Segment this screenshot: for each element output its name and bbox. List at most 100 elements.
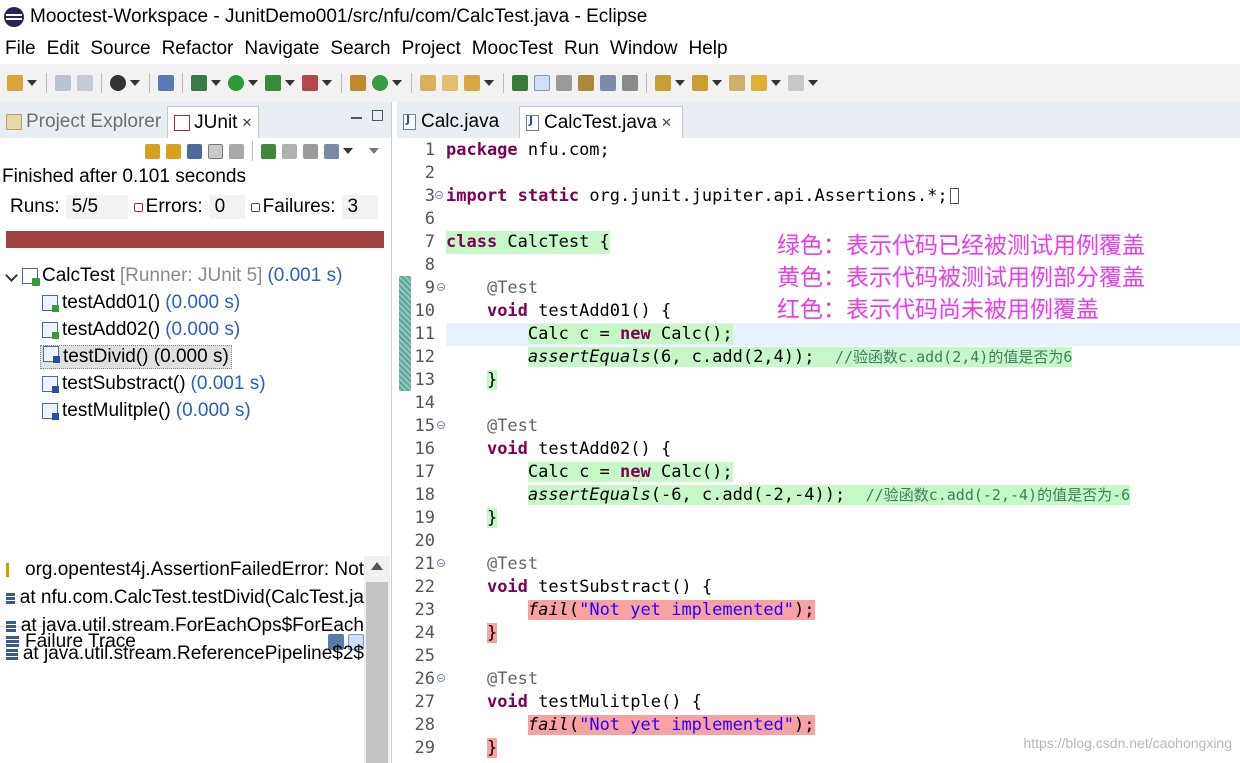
run-icon[interactable] [228, 75, 244, 91]
open-type-icon[interactable] [420, 75, 436, 91]
maximize-icon[interactable] [372, 110, 383, 121]
line-number: 22 [414, 577, 435, 597]
debug-dropdown-icon[interactable] [211, 80, 221, 86]
close-icon[interactable]: ✕ [661, 115, 672, 131]
scroll-up-icon[interactable] [371, 562, 383, 570]
user-dropdown-icon[interactable] [130, 80, 140, 86]
new-icon[interactable] [7, 75, 23, 91]
tree-root[interactable]: CalcTest [Runner: JUnit 5] (0.001 s) [0, 262, 390, 289]
collapse-icon[interactable] [437, 421, 445, 429]
menu-source[interactable]: Source [85, 38, 155, 60]
code-line: 15 @Test [397, 415, 1240, 438]
expand-icon[interactable] [435, 191, 443, 199]
tab-calctest-java[interactable]: CalcTest.java ✕ [519, 106, 683, 138]
failures-value: 3 [341, 195, 378, 219]
menu-run[interactable]: Run [559, 38, 604, 60]
back-icon[interactable] [751, 75, 767, 91]
collapse-icon[interactable] [437, 283, 445, 291]
folder-icon [6, 114, 22, 130]
user-icon[interactable] [110, 75, 126, 91]
previous-annotation-icon[interactable] [692, 75, 708, 91]
last-edit-location-icon[interactable] [729, 75, 745, 91]
show-failures-only-icon[interactable] [187, 143, 202, 159]
view-menu-icon[interactable] [369, 148, 379, 154]
suite-runner: [Runner: JUnit 5] [119, 264, 263, 286]
test-run-history-icon[interactable] [324, 143, 339, 159]
layout-icon[interactable] [229, 143, 244, 159]
trace-scrollbar[interactable] [364, 556, 390, 763]
search-dropdown-icon[interactable] [484, 80, 494, 86]
chevron-down-icon[interactable] [6, 270, 18, 282]
next-annotation-icon[interactable] [655, 75, 671, 91]
block-selection-icon[interactable] [556, 75, 572, 91]
scroll-lock-icon[interactable] [208, 143, 223, 159]
minimize-icon[interactable] [351, 117, 362, 119]
tab-calc-java[interactable]: Calc.java [397, 106, 519, 138]
save-all-icon[interactable] [77, 75, 93, 91]
search-tool-icon[interactable] [464, 75, 480, 91]
coverage-icon[interactable] [265, 75, 281, 91]
skip-breakpoints-icon[interactable] [158, 75, 174, 91]
forward-dropdown-icon[interactable] [808, 80, 818, 86]
junit-toolbar [0, 138, 391, 164]
menu-help[interactable]: Help [683, 38, 732, 60]
previous-failure-icon[interactable] [166, 143, 181, 159]
new-class-icon[interactable] [372, 75, 388, 91]
line-number: 7 [424, 232, 435, 252]
collapse-icon[interactable] [437, 559, 445, 567]
menu-mooctest[interactable]: MoocTest [467, 38, 558, 60]
show-whitespace-icon[interactable] [600, 75, 616, 91]
debug-icon[interactable] [191, 75, 207, 91]
rerun-test-icon[interactable] [261, 143, 276, 159]
code-text: @Test [486, 669, 539, 689]
code-editor[interactable]: 1 package nfu.com; 2 3 import static org… [397, 138, 1240, 763]
new-java-project-icon[interactable] [350, 75, 366, 91]
external-tools-dropdown-icon[interactable] [322, 80, 332, 86]
annotation-icon[interactable] [512, 75, 528, 91]
trace-line[interactable]: org.opentest4j.AssertionFailedError: Not [0, 556, 364, 584]
word-wrap-icon[interactable] [578, 75, 594, 91]
pilcrow-icon[interactable] [622, 75, 638, 91]
menu-navigate[interactable]: Navigate [239, 38, 324, 60]
tab-project-explorer[interactable]: Project Explorer [0, 106, 167, 138]
open-folder-icon[interactable] [442, 75, 458, 91]
coverage-dropdown-icon[interactable] [285, 80, 295, 86]
trace-line[interactable]: at java.util.stream.ForEachOps$ForEach [0, 612, 364, 640]
tab-junit[interactable]: JUnit ✕ [167, 106, 260, 138]
previous-annotation-dropdown-icon[interactable] [712, 80, 722, 86]
menu-project[interactable]: Project [397, 38, 466, 60]
collapse-icon[interactable] [437, 674, 445, 682]
trace-line[interactable]: at java.util.stream.ReferencePipeline$2$ [0, 640, 364, 668]
menu-refactor[interactable]: Refactor [157, 38, 239, 60]
tree-item-testadd01[interactable]: testAdd01() (0.000 s) [0, 289, 390, 316]
stop-icon[interactable] [303, 143, 318, 159]
save-icon[interactable] [55, 75, 71, 91]
menu-file[interactable]: File [0, 38, 41, 60]
next-annotation-dropdown-icon[interactable] [675, 80, 685, 86]
history-dropdown-icon[interactable] [343, 148, 353, 154]
tree-item-testdivid[interactable]: testDivid() (0.000 s) [0, 343, 390, 370]
tab-label: Calc.java [421, 111, 500, 132]
tree-item-testadd02[interactable]: testAdd02() (0.000 s) [0, 316, 390, 343]
run-dropdown-icon[interactable] [248, 80, 258, 86]
rerun-failures-icon[interactable] [282, 143, 297, 159]
trace-line[interactable]: at nfu.com.CalcTest.testDivid(CalcTest.j… [0, 584, 364, 612]
new-dropdown-icon[interactable] [27, 80, 37, 86]
runs-value: 5/5 [65, 195, 128, 219]
selected-test[interactable]: testDivid() (0.000 s) [40, 344, 232, 369]
scroll-thumb[interactable] [366, 582, 388, 763]
mark-occurrences-icon[interactable] [534, 75, 550, 91]
forward-icon[interactable] [788, 75, 804, 91]
menu-edit[interactable]: Edit [42, 38, 85, 60]
menu-search[interactable]: Search [325, 38, 395, 60]
new-class-dropdown-icon[interactable] [392, 80, 402, 86]
tree-item-testmulitple[interactable]: testMulitple() (0.000 s) [0, 397, 390, 424]
code-line: 18 assertEquals(-6, c.add(-2,-4)); //验函数… [397, 484, 1240, 507]
next-failure-icon[interactable] [145, 143, 160, 159]
tree-item-testsubstract[interactable]: testSubstract() (0.001 s) [0, 370, 390, 397]
external-tools-icon[interactable] [302, 75, 318, 91]
back-dropdown-icon[interactable] [771, 80, 781, 86]
menu-window[interactable]: Window [605, 38, 683, 60]
close-icon[interactable]: ✕ [241, 115, 252, 131]
code-line: 17 Calc c = new Calc(); [397, 461, 1240, 484]
